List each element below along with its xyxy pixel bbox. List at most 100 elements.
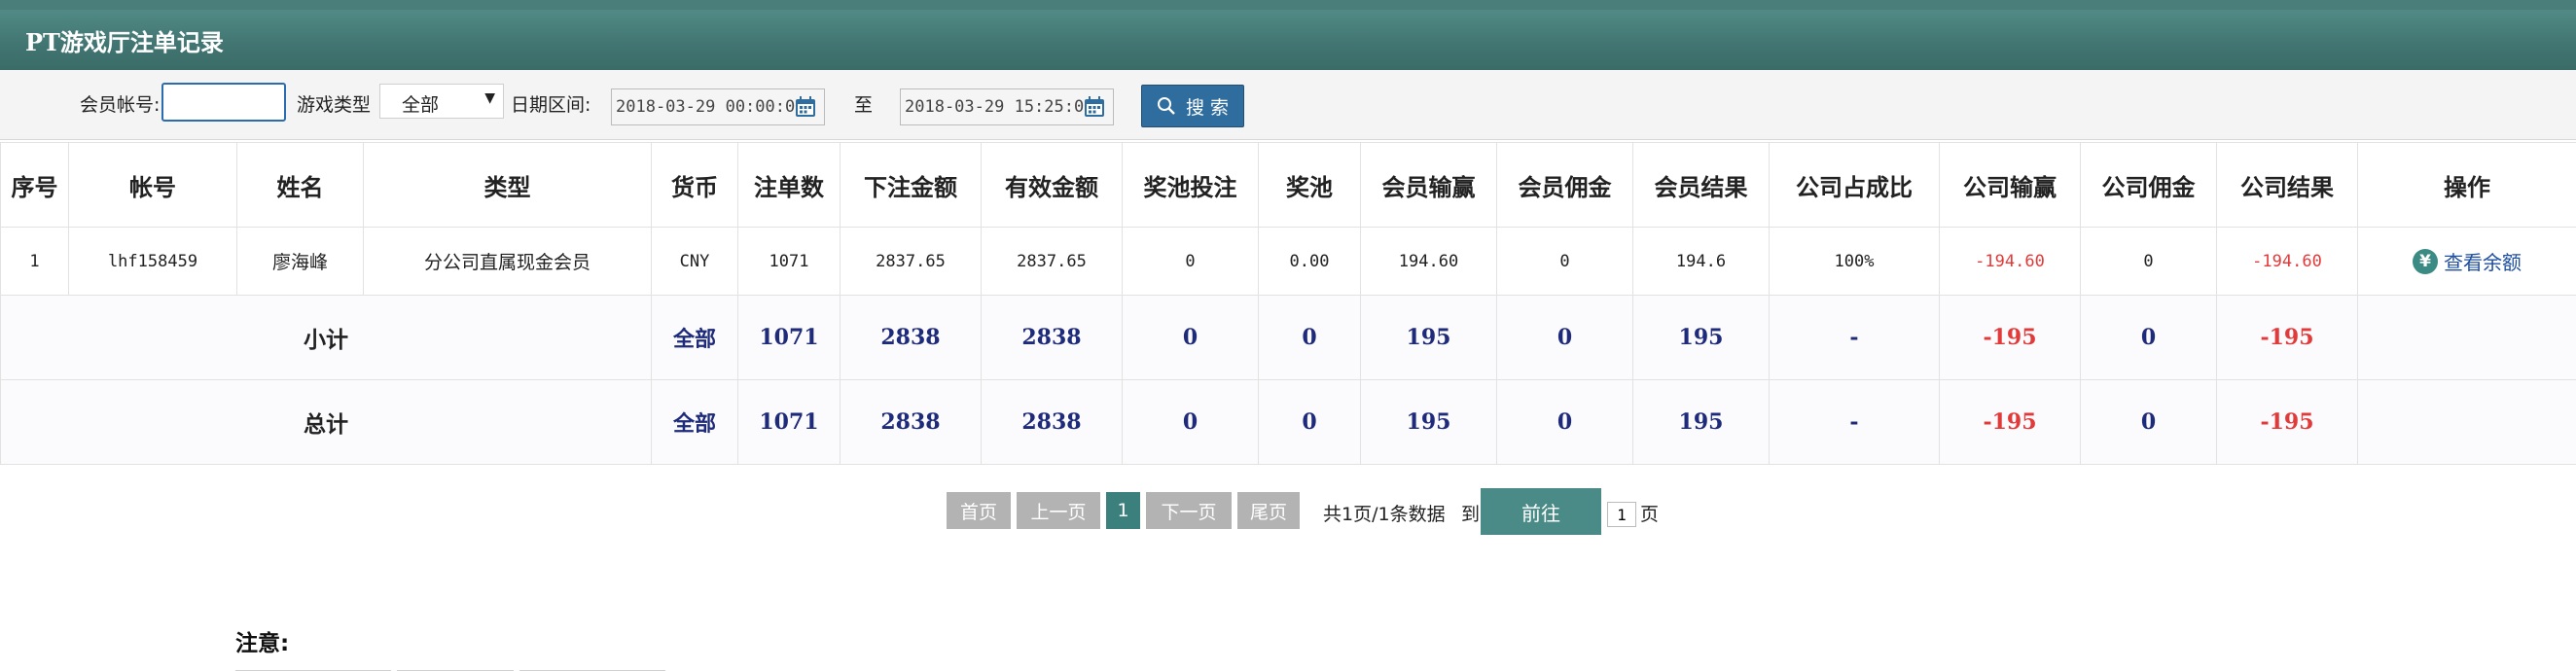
subtotal-member-result: 195 [1632,295,1770,380]
dropdown-arrow-icon: ▼ [484,90,495,106]
total-bet-amount: 2838 [840,379,982,465]
current-page-button[interactable]: 1 [1106,492,1140,529]
goto-label: 到 [1461,504,1481,525]
subtotal-valid-amount: 2838 [981,295,1123,380]
view-balance-label: 查看余额 [2444,251,2522,274]
subtotal-company-result: -195 [2216,295,2358,380]
page-summary: 共1页/1条数据 [1323,504,1446,525]
cell-company-share: 100% [1769,227,1940,296]
page-root: PT游戏厅注单记录 会员帐号: 游戏类型 全部 ▼ 日期区间: 至 [0,0,2576,671]
column-header: 公司输赢 [1939,142,2081,228]
total-jackpot-bet: 0 [1122,379,1259,465]
total-bet-count: 1071 [737,379,841,465]
column-header: 有效金额 [981,142,1123,228]
note-title: 注意: [235,631,290,656]
account-input[interactable] [161,83,286,122]
cell-company-winloss: -194.60 [1939,227,2081,296]
date-range-label: 日期区间: [511,94,591,116]
first-page-button[interactable]: 首页 [947,492,1011,529]
cell-member-result: 194.6 [1632,227,1770,296]
cell-index: 1 [0,227,69,296]
column-header: 姓名 [236,142,364,228]
column-header: 序号 [0,142,69,228]
total-member-winloss: 195 [1360,379,1497,465]
cell-company-commission: 0 [2080,227,2217,296]
column-header: 会员佣金 [1496,142,1633,228]
total-row: 总计 全部 1071 2838 2838 0 0 195 0 195 - -19… [0,379,2576,465]
search-button[interactable]: 搜 索 [1141,85,1244,127]
go-button[interactable]: 前往 [1481,488,1601,535]
total-currency: 全部 [651,379,738,465]
cell-company-result: -194.60 [2216,227,2358,296]
total-label: 总计 [0,379,652,465]
next-page-button[interactable]: 下一页 [1146,492,1232,529]
search-button-label: 搜 索 [1185,96,1230,119]
cell-type: 分公司直属现金会员 [363,227,652,296]
calendar-icon[interactable] [1083,95,1106,119]
page-number-input[interactable] [1607,502,1636,527]
total-company-commission: 0 [2080,379,2217,465]
subtotal-company-share: - [1769,295,1940,380]
cell-valid-amount: 2837.65 [981,227,1123,296]
cell-bet-count-link[interactable]: 1071 [737,227,841,296]
subtotal-jackpot: 0 [1258,295,1361,380]
cell-name: 廖海峰 [236,227,364,296]
search-icon [1157,97,1175,115]
cell-currency: CNY [651,227,738,296]
subtotal-member-commission: 0 [1496,295,1633,380]
last-page-button[interactable]: 尾页 [1237,492,1300,529]
subtotal-row: 小计 全部 1071 2838 2838 0 0 195 0 195 - -19… [0,295,2576,380]
total-member-result: 195 [1632,379,1770,465]
top-stripe [0,0,2576,10]
column-header: 奖池投注 [1122,142,1259,228]
subtotal-bet-count: 1071 [737,295,841,380]
subtotal-action-empty [2357,295,2576,380]
column-header: 会员输赢 [1360,142,1497,228]
total-valid-amount: 2838 [981,379,1123,465]
page-unit-label: 页 [1640,504,1660,525]
column-header: 公司结果 [2216,142,2358,228]
total-member-commission: 0 [1496,379,1633,465]
calendar-icon[interactable] [794,95,817,119]
cell-member-winloss: 194.60 [1360,227,1497,296]
subtotal-label: 小计 [0,295,652,380]
prev-page-button[interactable]: 上一页 [1017,492,1100,529]
column-header: 会员结果 [1632,142,1770,228]
column-header: 公司佣金 [2080,142,2217,228]
column-header: 注单数 [737,142,841,228]
cell-jackpot-bet: 0 [1122,227,1259,296]
table-row: 1 lhf158459 廖海峰 分公司直属现金会员 CNY 1071 2837.… [0,227,2576,296]
subtotal-bet-amount: 2838 [840,295,982,380]
cell-member-commission: 0 [1496,227,1633,296]
subtotal-company-winloss: -195 [1939,295,2081,380]
total-action-empty [2357,379,2576,465]
view-balance-link[interactable]: ¥ 查看余额 [2413,247,2522,275]
date-to-input[interactable] [900,88,1114,125]
column-header: 奖池 [1258,142,1361,228]
title-bar: PT游戏厅注单记录 [0,10,2576,70]
to-label: 至 [854,94,874,116]
note-text-cutoff [235,663,722,671]
subtotal-currency: 全部 [651,295,738,380]
total-company-share: - [1769,379,1940,465]
column-header: 公司占成比 [1769,142,1940,228]
total-jackpot: 0 [1258,379,1361,465]
pagination: 首页 上一页 1 下一页 尾页 共1页/1条数据 到 前往 页 [0,488,2576,535]
total-company-winloss: -195 [1939,379,2081,465]
table-header-row: 序号 帐号 姓名 类型 货币 注单数 下注金额 有效金额 奖池投注 奖池 会员输… [0,142,2576,228]
cell-action: ¥ 查看余额 [2357,227,2576,296]
cell-account-link[interactable]: lhf158459 [68,227,237,296]
cell-bet-amount: 2837.65 [840,227,982,296]
column-header: 类型 [363,142,652,228]
column-header: 操作 [2357,142,2576,228]
game-type-select[interactable]: 全部 ▼ [379,84,504,119]
game-type-selected: 全部 [402,94,440,116]
page-title: PT游戏厅注单记录 [25,28,224,56]
column-header: 帐号 [68,142,237,228]
column-header: 货币 [651,142,738,228]
column-header: 下注金额 [840,142,982,228]
records-table: 序号 帐号 姓名 类型 货币 注单数 下注金额 有效金额 奖池投注 奖池 会员输… [0,142,2576,465]
total-company-result: -195 [2216,379,2358,465]
subtotal-jackpot-bet: 0 [1122,295,1259,380]
date-from-input[interactable] [611,88,825,125]
